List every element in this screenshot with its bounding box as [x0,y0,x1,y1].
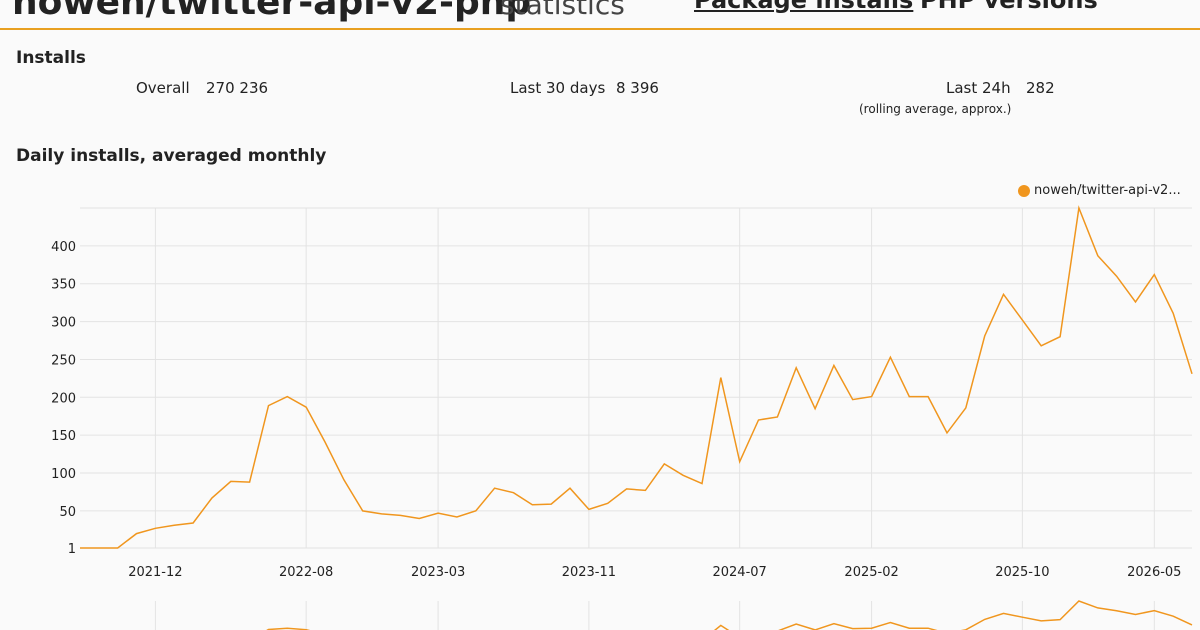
x-tick-label: 2023-11 [562,565,616,580]
y-tick-label: 300 [51,316,76,331]
y-tick-label: 1 [68,542,76,557]
x-tick-label: 2025-02 [844,565,898,580]
y-tick-label: 50 [59,505,76,520]
y-tick-label: 250 [51,353,76,368]
x-tick-label: 2026-05 [1127,565,1181,580]
y-tick-label: 400 [51,240,76,255]
y-tick-label: 200 [51,391,76,406]
y-tick-label: 350 [51,278,76,293]
x-tick-label: 2022-08 [279,565,333,580]
installs-chart: 150100150200250300350400 2021-12 2022-08 2… [51,205,1193,630]
y-tick-label: 100 [51,467,76,482]
x-axis: 2021-12 2022-08 2023-03 2023-11 2024-07 2025-… [128,565,1181,580]
overview-navigator [266,600,1193,630]
y-tick-label: 150 [51,429,76,444]
x-tick-label: 2025-10 [995,565,1049,580]
x-tick-label: 2024-07 [712,565,766,580]
overview-series-line [266,600,1193,630]
series-line [80,205,1193,549]
x-tick-label: 2021-12 [128,565,182,580]
x-tick-label: 2023-03 [411,565,465,580]
y-axis: 150100150200250300350400 [51,240,76,557]
